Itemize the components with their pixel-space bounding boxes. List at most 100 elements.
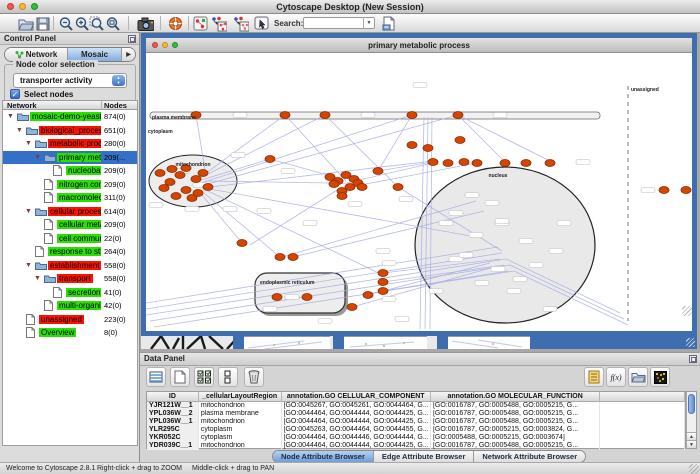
help-lifering-icon[interactable]: [167, 15, 184, 32]
scroll-down-icon[interactable]: ▼: [687, 440, 696, 448]
network-node[interactable]: [155, 170, 165, 177]
network-node[interactable]: [337, 193, 347, 200]
tree-row[interactable]: ▼primary metabo209(...: [3, 151, 137, 165]
tree-row[interactable]: ▼metabolic process280(0): [3, 137, 137, 151]
zoom-window-button[interactable]: [31, 3, 38, 10]
network-node[interactable]: [681, 187, 691, 194]
disclosure-triangle-icon[interactable]: ▼: [7, 110, 14, 124]
network-window-bottom-border[interactable]: [530, 336, 697, 349]
attribute-list-icon[interactable]: [584, 367, 604, 387]
column-header[interactable]: _cellularLayoutRegion: [199, 392, 282, 402]
tree-row[interactable]: macromolecule311(0): [3, 191, 137, 205]
network-overview-icon[interactable]: [192, 15, 209, 32]
select-attributes-icon[interactable]: [194, 367, 214, 387]
attribute-grid-icon[interactable]: [146, 367, 166, 387]
attribute-table[interactable]: ID_cellularLayoutRegionannotation.GO CEL…: [146, 391, 686, 449]
network-node[interactable]: [453, 112, 463, 119]
network-node[interactable]: [272, 294, 282, 301]
apply-visual-style-2-icon[interactable]: [232, 15, 249, 32]
table-row[interactable]: YJR121W__1mitochondrion[GO:0045267, GO:0…: [147, 402, 685, 410]
network-node[interactable]: [443, 160, 453, 167]
column-header[interactable]: annotation.GO MOLECULAR_FUNCTION: [431, 392, 600, 402]
network-node[interactable]: [265, 156, 275, 163]
tab-overflow-arrow[interactable]: ▶: [121, 48, 135, 61]
network-node[interactable]: [545, 160, 555, 167]
disclosure-triangle-icon[interactable]: ▼: [25, 137, 32, 151]
minimized-window-border[interactable]: [437, 336, 448, 349]
tree-row[interactable]: nucleobase-209(0): [3, 164, 137, 178]
apply-visual-style-1-icon[interactable]: [210, 15, 227, 32]
network-node[interactable]: [407, 112, 417, 119]
zoom-selected-region-icon[interactable]: [88, 15, 105, 32]
network-node[interactable]: [288, 254, 298, 261]
network-node[interactable]: [459, 159, 469, 166]
network-node[interactable]: [521, 160, 531, 167]
network-node[interactable]: [373, 168, 383, 175]
network-window-minimize-button[interactable]: [162, 42, 168, 48]
column-header[interactable]: [600, 392, 685, 402]
open-folder-icon[interactable]: [17, 15, 34, 32]
network-node[interactable]: [171, 193, 181, 200]
disclosure-triangle-icon[interactable]: ▼: [34, 272, 41, 286]
disclosure-triangle-icon[interactable]: ▼: [25, 205, 32, 219]
select-annotation-icon[interactable]: [253, 15, 270, 32]
take-snapshot-icon[interactable]: [137, 15, 154, 32]
tab-node-attribute-browser[interactable]: Node Attribute Browser: [273, 451, 373, 462]
scrollbar-thumb[interactable]: [688, 394, 695, 414]
import-attributes-icon[interactable]: [380, 15, 397, 32]
network-node[interactable]: [165, 179, 175, 186]
network-node[interactable]: [378, 288, 388, 295]
network-node[interactable]: [428, 159, 438, 166]
tree-row[interactable]: nitrogen compo209(0): [3, 178, 137, 192]
new-attribute-icon[interactable]: [170, 367, 190, 387]
search-dropdown-arrow-icon[interactable]: ▼: [363, 17, 374, 29]
disclosure-triangle-icon[interactable]: ▼: [25, 259, 32, 273]
table-row[interactable]: YLR295Ccytoplasm[GO:0045263, GO:0044464,…: [147, 426, 685, 434]
function-builder-icon[interactable]: f(x): [606, 367, 626, 387]
save-session-icon[interactable]: [34, 15, 51, 32]
import-attribute-file-icon[interactable]: [628, 367, 648, 387]
disclosure-triangle-icon[interactable]: ▼: [34, 151, 41, 165]
table-scrollbar[interactable]: ▲ ▼: [686, 391, 697, 449]
table-row[interactable]: YPL036W__1mitochondrion[GO:0044464, GO:0…: [147, 418, 685, 426]
network-canvas[interactable]: plasma membranecytoplasmmitochondrionnuc…: [146, 53, 692, 331]
network-node[interactable]: [198, 170, 208, 177]
network-node[interactable]: [472, 160, 482, 167]
tab-edge-attribute-browser[interactable]: Edge Attribute Browser: [373, 451, 473, 462]
network-window-titlebar[interactable]: primary metabolic process: [146, 38, 692, 53]
select-nodes-checkbox[interactable]: ✓: [10, 89, 20, 99]
network-node[interactable]: [329, 181, 339, 188]
tree-row[interactable]: ▼biological_process651(0): [3, 124, 137, 138]
column-header[interactable]: annotation.GO CELLULAR_COMPONENT: [282, 392, 431, 402]
minimized-window-thumbnail[interactable]: [344, 336, 427, 349]
minimized-window-thumbnail[interactable]: [244, 336, 330, 349]
network-node[interactable]: [659, 187, 669, 194]
tree-row[interactable]: ▼establishment of lo558(0): [3, 259, 137, 273]
network-node[interactable]: [203, 184, 213, 191]
tree-row[interactable]: Overview8(0): [3, 326, 137, 340]
network-node[interactable]: [423, 145, 433, 152]
network-node[interactable]: [181, 187, 191, 194]
network-node[interactable]: [378, 279, 388, 286]
network-node[interactable]: [175, 172, 185, 179]
tree-row[interactable]: cell communicat22(0): [3, 232, 137, 246]
minimized-window-border[interactable]: [333, 336, 344, 349]
network-node[interactable]: [500, 160, 510, 167]
network-node[interactable]: [320, 112, 330, 119]
tree-row[interactable]: ▼transport558(0): [3, 272, 137, 286]
network-node[interactable]: [363, 292, 373, 299]
column-header[interactable]: ID: [147, 392, 199, 402]
network-node[interactable]: [347, 304, 357, 311]
table-row[interactable]: YKR052Ccytoplasm[GO:0044464, GO:0044446,…: [147, 434, 685, 442]
network-view-window[interactable]: primary metabolic process plasma membran…: [141, 33, 697, 336]
tree-row[interactable]: cellular metabo209(0): [3, 218, 137, 232]
float-panel-icon[interactable]: [689, 355, 697, 363]
tree-row[interactable]: multi-organism pro42(0): [3, 299, 137, 313]
network-node[interactable]: [193, 190, 203, 197]
attribute-heatmap-icon[interactable]: [650, 367, 670, 387]
network-node[interactable]: [393, 184, 403, 191]
float-panel-icon[interactable]: [128, 35, 136, 43]
network-node[interactable]: [159, 185, 169, 192]
network-node[interactable]: [407, 142, 417, 149]
network-node[interactable]: [237, 240, 247, 247]
